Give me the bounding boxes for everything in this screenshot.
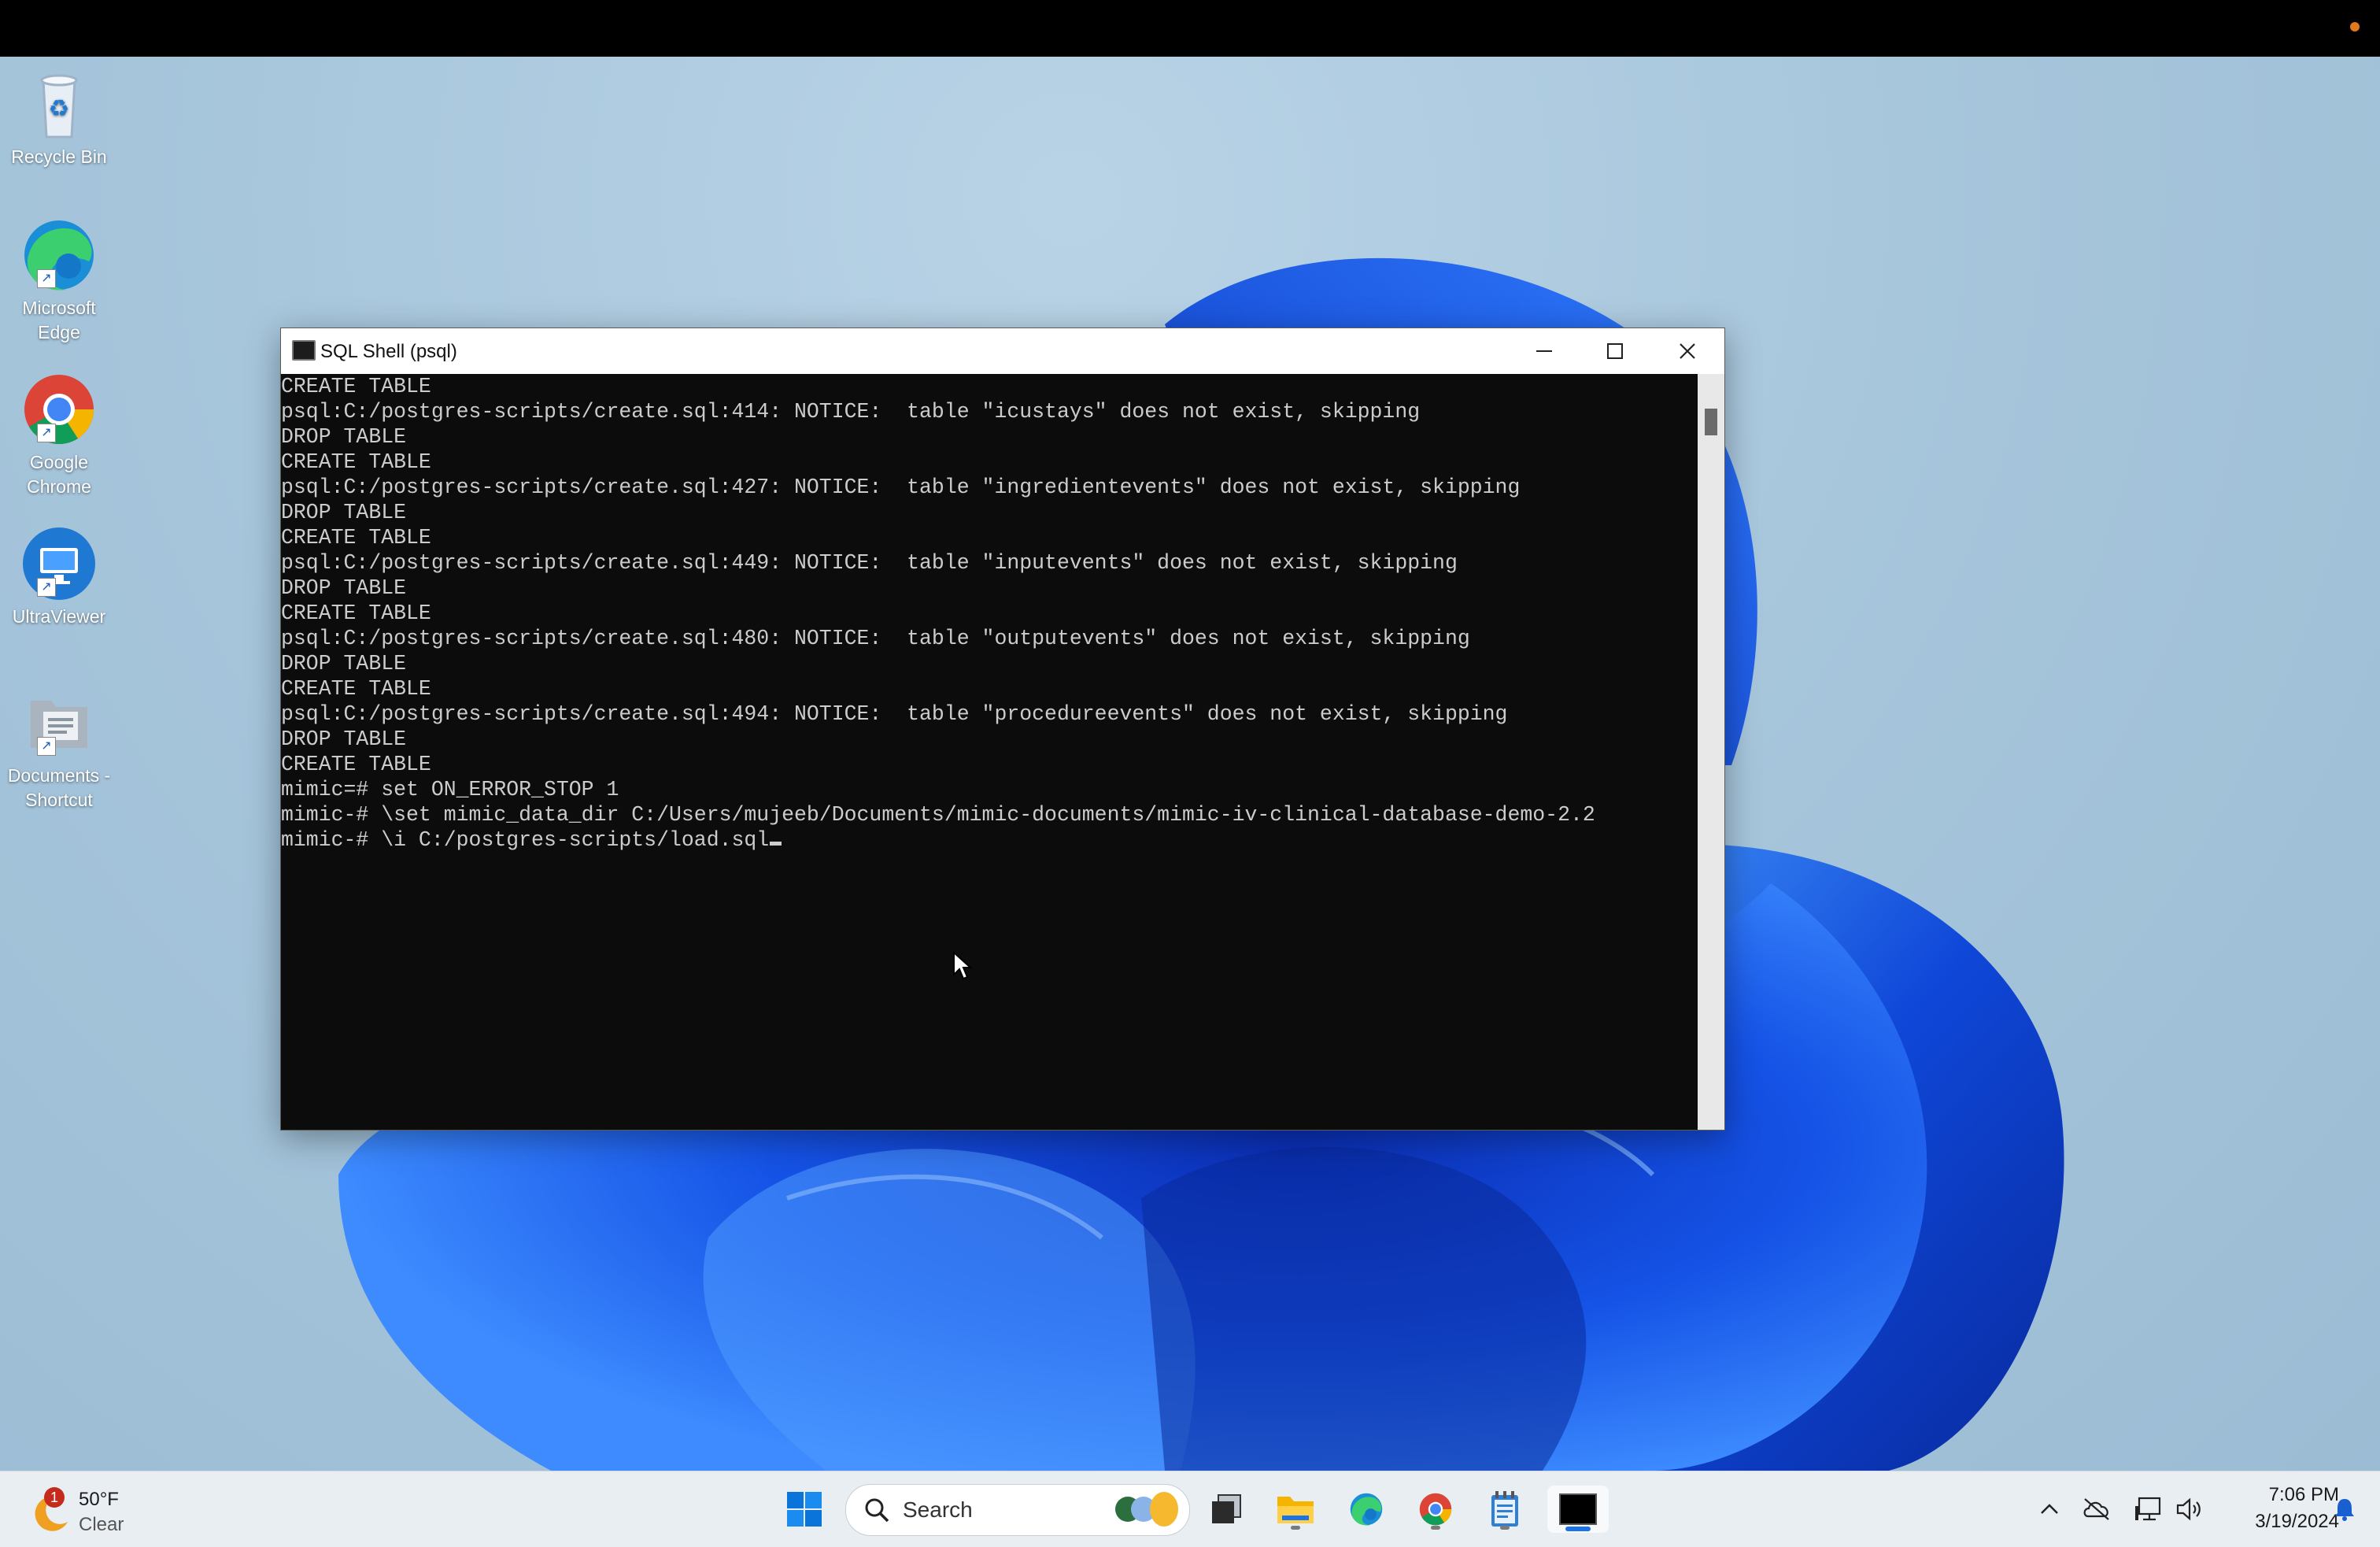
folder-icon: ↗ xyxy=(20,683,98,762)
desktop-icon-label: Documents - Shortcut xyxy=(7,765,111,810)
window-titlebar[interactable]: SQL Shell (psql) xyxy=(281,328,1724,374)
console-line: mimic-# \set mimic_data_dir C:/Users/muj… xyxy=(281,803,1595,827)
console-line: CREATE TABLE xyxy=(281,526,431,550)
console-input-line[interactable]: mimic-# \i C:/postgres-scripts/load.sql xyxy=(281,827,1698,853)
search-label: Search xyxy=(903,1497,973,1522)
start-button[interactable] xyxy=(779,1486,830,1533)
chevron-up-icon xyxy=(2041,1504,2058,1514)
running-indicator xyxy=(1431,1526,1440,1530)
taskbar-task-view[interactable] xyxy=(1201,1486,1251,1533)
windows-start-icon xyxy=(787,1492,822,1527)
shortcut-arrow-icon: ↗ xyxy=(37,737,56,756)
taskbar-edge[interactable] xyxy=(1341,1486,1391,1533)
speaker-icon xyxy=(2176,1497,2201,1521)
shortcut-arrow-icon: ↗ xyxy=(37,578,56,597)
minimize-window-button[interactable] xyxy=(1509,328,1580,374)
desktop-icon-label: Recycle Bin xyxy=(11,146,107,167)
sql-shell-window[interactable]: SQL Shell (psql) CREATE TABLE psql:C:/po… xyxy=(280,328,1725,1131)
weather-temperature: 50°F xyxy=(79,1489,119,1510)
weather-condition: Clear xyxy=(79,1514,124,1535)
console-line: DROP TABLE xyxy=(281,501,407,524)
console-app-icon xyxy=(292,340,316,361)
cloud-offline-icon xyxy=(2083,1498,2109,1520)
edge-icon: ↗ xyxy=(20,216,98,294)
svg-text:♻: ♻ xyxy=(49,95,70,123)
window-title: SQL Shell (psql) xyxy=(320,341,457,362)
file-explorer-icon xyxy=(1277,1497,1314,1523)
desktop-icon-google-chrome[interactable]: ↗ Google Chrome xyxy=(0,370,118,499)
console-line: CREATE TABLE xyxy=(281,450,431,474)
task-view-icon xyxy=(1212,1494,1241,1523)
notepad-icon xyxy=(1491,1491,1518,1527)
console-line: DROP TABLE xyxy=(281,425,407,449)
mouse-pointer-icon xyxy=(952,950,973,985)
desktop-icon-label: Google Chrome xyxy=(27,452,91,497)
console-line: psql:C:/postgres-scripts/create.sql:494:… xyxy=(281,702,1508,726)
desktop-icon-recycle-bin[interactable]: ♻ Recycle Bin xyxy=(0,65,118,169)
vertical-scrollbar[interactable] xyxy=(1698,374,1724,1130)
console-line: CREATE TABLE xyxy=(281,601,431,625)
network-button[interactable] xyxy=(2130,1486,2168,1533)
console-line: psql:C:/postgres-scripts/create.sql:449:… xyxy=(281,551,1458,575)
minimize-icon xyxy=(1536,350,1552,352)
desktop-icon-documents-shortcut[interactable]: ↗ Documents - Shortcut xyxy=(0,683,118,812)
notifications-button[interactable] xyxy=(2323,1486,2366,1533)
weather-badge: 1 xyxy=(44,1487,65,1508)
console-line: DROP TABLE xyxy=(281,576,407,600)
text-cursor xyxy=(770,842,782,846)
terminal-icon xyxy=(1559,1493,1597,1525)
shortcut-arrow-icon: ↗ xyxy=(37,269,56,288)
close-window-button[interactable] xyxy=(1650,328,1724,374)
scrollbar-thumb[interactable] xyxy=(1705,409,1717,435)
running-indicator xyxy=(1291,1526,1300,1530)
ultraviewer-icon: ↗ xyxy=(20,524,98,603)
console-line: CREATE TABLE xyxy=(281,677,431,701)
desktop-icon-ultraviewer[interactable]: ↗ UltraViewer xyxy=(0,524,118,629)
chrome-icon xyxy=(1419,1493,1452,1526)
search-highlight-icon xyxy=(1115,1492,1178,1527)
console-prompt-text: mimic-# \i C:/postgres-scripts/load.sql xyxy=(281,828,770,852)
taskbar-sql-shell[interactable] xyxy=(1547,1486,1609,1533)
taskbar-search-box[interactable]: Search xyxy=(845,1484,1190,1536)
search-icon xyxy=(865,1498,889,1523)
console-line: CREATE TABLE xyxy=(281,753,431,776)
console-line: mimic=# set ON_ERROR_STOP 1 xyxy=(281,778,619,801)
console-line: DROP TABLE xyxy=(281,727,407,751)
clock[interactable]: 7:06 PM 3/19/2024 xyxy=(2221,1482,2339,1538)
close-icon xyxy=(1680,343,1695,359)
chrome-icon: ↗ xyxy=(20,370,98,449)
network-icon xyxy=(2135,1497,2161,1521)
console-line: psql:C:/postgres-scripts/create.sql:427:… xyxy=(281,476,1521,499)
console-line: DROP TABLE xyxy=(281,652,407,675)
notification-dot xyxy=(2350,22,2360,31)
maximize-window-button[interactable] xyxy=(1580,328,1650,374)
desktop-icon-microsoft-edge[interactable]: ↗ Microsoft Edge xyxy=(0,216,118,345)
taskbar-notepad[interactable] xyxy=(1480,1486,1530,1533)
console-line: psql:C:/postgres-scripts/create.sql:414:… xyxy=(281,400,1421,424)
weather-widget[interactable]: 1 50°F Clear xyxy=(24,1481,150,1538)
recycle-bin-icon: ♻ xyxy=(20,65,98,143)
running-indicator xyxy=(1500,1526,1510,1530)
active-indicator xyxy=(1565,1527,1591,1531)
console-line: psql:C:/postgres-scripts/create.sql:480:… xyxy=(281,627,1470,650)
volume-button[interactable] xyxy=(2171,1486,2208,1533)
desktop-icon-label: UltraViewer xyxy=(12,606,106,627)
desktop-icon-label: Microsoft Edge xyxy=(22,298,96,342)
bell-icon xyxy=(2335,1499,2354,1521)
show-hidden-icons-button[interactable] xyxy=(2034,1486,2065,1533)
console-line: CREATE TABLE xyxy=(281,375,431,398)
onedrive-button[interactable] xyxy=(2078,1486,2116,1533)
taskbar-chrome[interactable] xyxy=(1410,1486,1461,1533)
taskbar-file-explorer[interactable] xyxy=(1270,1486,1321,1533)
shortcut-arrow-icon: ↗ xyxy=(37,424,56,442)
console-output[interactable]: CREATE TABLE psql:C:/postgres-scripts/cr… xyxy=(281,374,1698,1130)
taskbar: 1 50°F Clear Search 7:06 PM 3/19/2024 xyxy=(0,1471,2380,1547)
edge-icon xyxy=(1350,1493,1383,1526)
maximize-icon xyxy=(1607,343,1623,359)
